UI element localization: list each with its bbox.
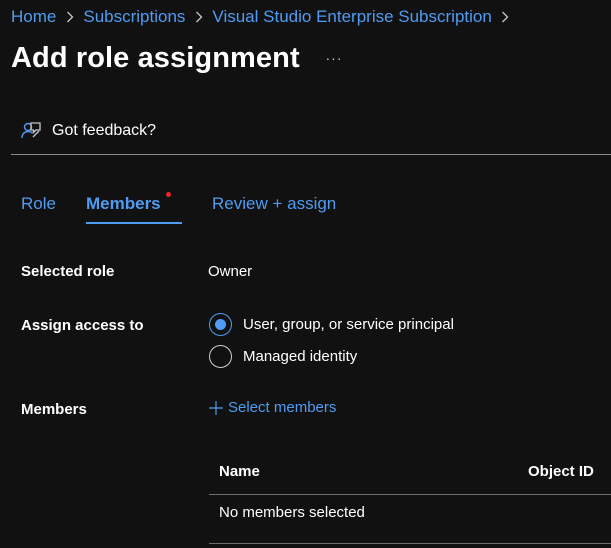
chevron-right-icon — [492, 7, 519, 27]
feedback-link[interactable]: Got feedback? — [20, 120, 156, 142]
breadcrumb-subscription[interactable]: Visual Studio Enterprise Subscription — [212, 7, 491, 27]
radio-managed-identity[interactable]: Managed identity — [209, 345, 357, 368]
radio-label-user-group-principal: User, group, or service principal — [243, 316, 454, 333]
select-members-label: Select members — [228, 399, 337, 416]
feedback-label: Got feedback? — [52, 122, 157, 139]
assign-access-label: Assign access to — [21, 317, 144, 334]
radio-button-checked[interactable] — [209, 313, 232, 336]
tab-error-dot — [166, 192, 171, 197]
plus-icon — [208, 400, 224, 416]
selected-role-label: Selected role — [21, 263, 115, 280]
radio-label-managed-identity: Managed identity — [243, 348, 358, 365]
more-options-button[interactable]: ··· — [322, 46, 346, 70]
table-header-divider — [209, 494, 611, 495]
table-empty-message: No members selected — [219, 504, 365, 521]
add-role-assignment-page: Home Subscriptions Visual Studio Enterpr… — [0, 0, 611, 548]
tab-members[interactable]: Members — [86, 192, 161, 216]
radio-button-unchecked[interactable] — [209, 345, 232, 368]
page-title: Add role assignment — [11, 42, 300, 74]
tab-role[interactable]: Role — [21, 192, 56, 216]
chevron-right-icon — [56, 7, 83, 27]
select-members-link[interactable]: Select members — [208, 399, 336, 416]
tab-review-assign[interactable]: Review + assign — [212, 192, 336, 216]
chevron-right-icon — [185, 7, 212, 27]
column-header-object-id[interactable]: Object ID — [528, 463, 594, 480]
active-tab-indicator — [86, 222, 182, 224]
selected-role-value: Owner — [208, 263, 253, 280]
members-label: Members — [21, 401, 87, 418]
breadcrumb-home[interactable]: Home — [11, 7, 56, 27]
divider — [11, 154, 611, 155]
radio-user-group-principal[interactable]: User, group, or service principal — [209, 313, 454, 336]
breadcrumb-subscriptions[interactable]: Subscriptions — [83, 7, 185, 27]
table-row-divider — [209, 543, 611, 544]
breadcrumb: Home Subscriptions Visual Studio Enterpr… — [11, 7, 519, 27]
feedback-person-icon — [20, 120, 42, 142]
column-header-name[interactable]: Name — [219, 463, 260, 480]
